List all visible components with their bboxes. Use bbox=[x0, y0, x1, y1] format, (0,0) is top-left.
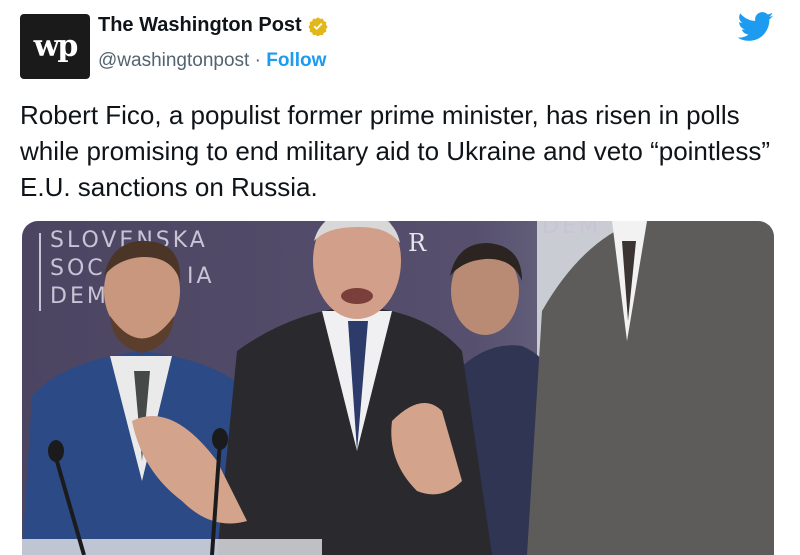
account-name[interactable]: The Washington Post bbox=[98, 14, 302, 37]
account-name-row: The Washington Post bbox=[98, 14, 328, 37]
account-handle[interactable]: @washingtonpost bbox=[98, 50, 249, 71]
backdrop-text-5: R bbox=[408, 229, 427, 257]
backdrop-text-4: IA bbox=[187, 264, 215, 289]
tweet-photo[interactable]: SLOVENSKA SOC DEM IA DEM R bbox=[22, 221, 774, 555]
follow-button[interactable]: Follow bbox=[266, 50, 326, 71]
avatar-logo-text: wp bbox=[33, 29, 79, 64]
backdrop-text-6: DEM bbox=[542, 221, 601, 239]
tweet-text: Robert Fico, a populist former prime min… bbox=[20, 100, 771, 202]
handle-row: @washingtonpost · Follow bbox=[98, 50, 326, 72]
twitter-bird-icon[interactable] bbox=[738, 12, 774, 42]
press-conference-photo: SLOVENSKA SOC DEM IA DEM R bbox=[22, 221, 774, 555]
separator: · bbox=[254, 50, 261, 71]
verified-badge-icon bbox=[308, 16, 328, 36]
backdrop-text-2: SOC bbox=[50, 256, 106, 281]
avatar[interactable]: wp bbox=[20, 14, 90, 79]
backdrop-text-3: DEM bbox=[50, 284, 109, 309]
